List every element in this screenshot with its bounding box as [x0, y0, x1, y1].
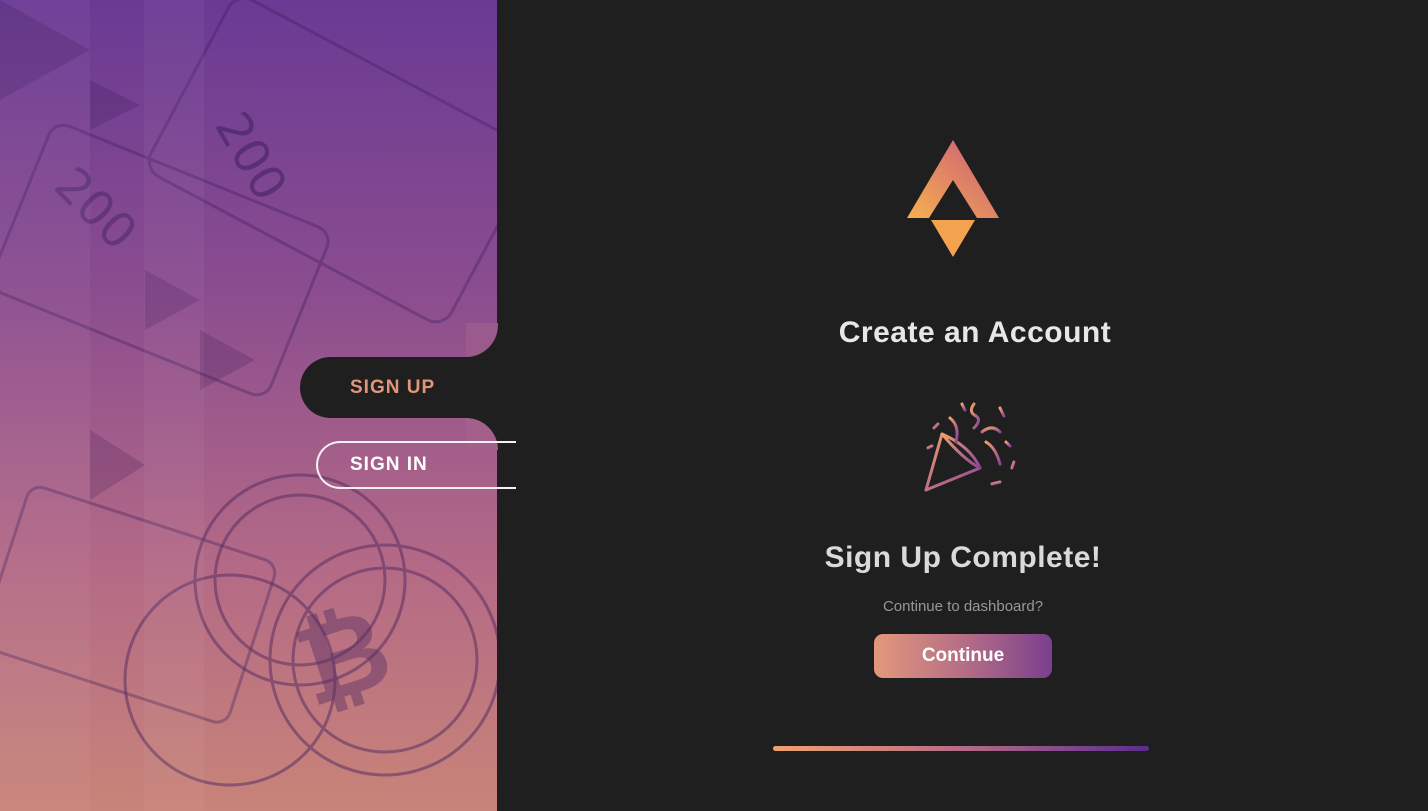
tab-curve-top	[466, 323, 498, 357]
continue-prompt: Continue to dashboard?	[882, 598, 1044, 615]
sign-up-complete-heading: Sign Up Complete!	[824, 541, 1102, 574]
brand-logo-icon	[907, 140, 999, 257]
tab-sign-in-label: SIGN IN	[350, 454, 428, 475]
tab-sign-in[interactable]: SIGN IN	[316, 441, 516, 489]
page-title: Create an Account	[838, 316, 1112, 349]
signup-progress-bar	[773, 746, 1149, 751]
tab-sign-up-label: SIGN UP	[350, 376, 436, 398]
continue-button[interactable]: Continue	[874, 634, 1052, 678]
tab-sign-up[interactable]: SIGN UP	[300, 357, 498, 418]
party-popper-icon	[924, 402, 1016, 492]
svg-text:₿: ₿	[281, 582, 406, 731]
svg-text:200: 200	[203, 103, 297, 210]
